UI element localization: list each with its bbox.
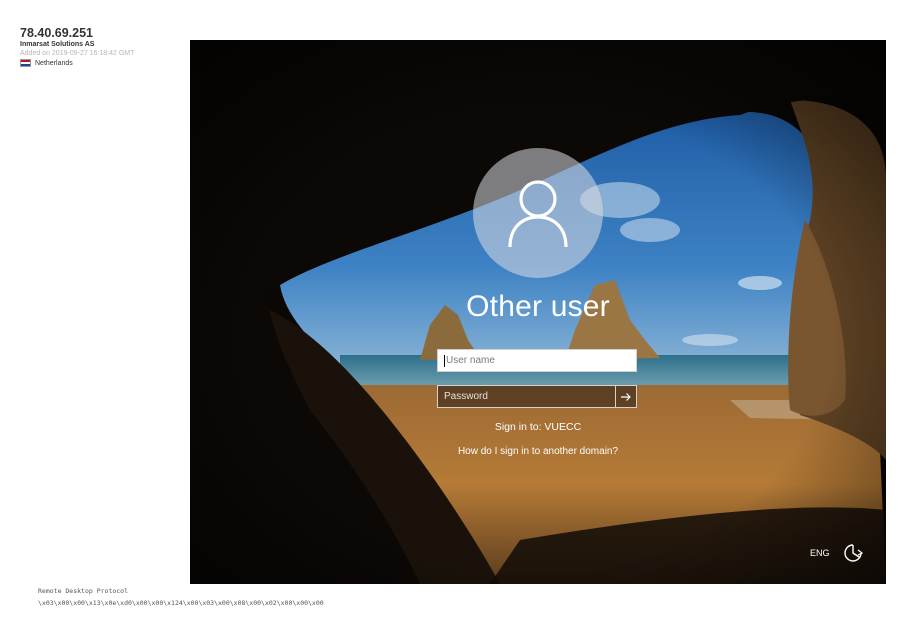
- user-avatar: [473, 148, 603, 278]
- netherlands-flag-icon: [20, 59, 31, 67]
- host-ip[interactable]: 78.40.69.251: [20, 26, 93, 40]
- submit-button[interactable]: [615, 385, 637, 408]
- host-organization: Inmarsat Solutions AS: [20, 41, 95, 48]
- username-placeholder: User name: [446, 355, 495, 366]
- another-domain-link[interactable]: How do I sign in to another domain?: [190, 446, 886, 457]
- host-country: Netherlands: [20, 59, 73, 67]
- password-input[interactable]: Password: [437, 385, 615, 408]
- page: 78.40.69.251 Inmarsat Solutions AS Added…: [0, 0, 909, 640]
- password-placeholder: Password: [444, 391, 488, 402]
- username-input[interactable]: User name: [437, 349, 637, 372]
- arrow-right-icon: [621, 392, 631, 401]
- ease-of-access-icon[interactable]: [842, 542, 864, 564]
- protocol-bytes: \x03\x00\x00\x13\x0e\xd0\x00\x00\x124\x0…: [38, 599, 324, 607]
- login-title: Other user: [466, 290, 610, 323]
- host-added-date: Added on 2019-09-27 16:18:42 GMT: [20, 50, 135, 57]
- user-avatar-icon: [508, 180, 568, 248]
- sign-in-domain-label: Sign in to: VUECC: [494, 421, 582, 433]
- protocol-label: Remote Desktop Protocol: [38, 587, 129, 595]
- language-indicator[interactable]: ENG: [810, 548, 830, 558]
- rdp-screenshot: Other user User name Password Sign in to…: [190, 40, 886, 584]
- text-caret: [444, 354, 445, 367]
- host-country-label: Netherlands: [35, 59, 73, 67]
